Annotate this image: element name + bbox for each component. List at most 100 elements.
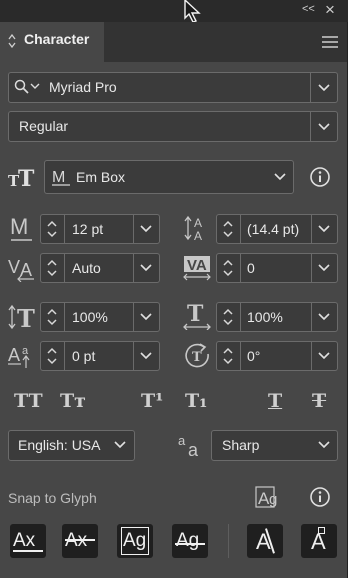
search-icon[interactable] (14, 79, 44, 95)
snap-baseline-glyph: Ax (13, 530, 36, 551)
snap-proximity-guides-button[interactable]: Ag (172, 524, 208, 558)
character-rotation-icon: T (185, 343, 209, 368)
stepper-icon[interactable] (46, 307, 58, 327)
collapse-panel-button[interactable]: << (302, 3, 315, 15)
snap-glyph-bounds-button[interactable]: Ag (117, 524, 153, 558)
subscript-button[interactable]: T₁ (185, 390, 207, 412)
stepper-icon[interactable] (222, 219, 234, 239)
tracking-value: 0 (247, 260, 255, 276)
svg-text:A: A (8, 345, 20, 365)
anchor-point-marker (318, 527, 325, 534)
divider (240, 342, 241, 370)
kerning-icon: V A (8, 257, 34, 282)
divider (311, 342, 312, 370)
divider (240, 303, 241, 331)
info-icon[interactable] (309, 166, 331, 188)
snap-to-glyph-label: Snap to Glyph (8, 490, 97, 506)
divider (64, 254, 65, 282)
info-icon[interactable] (309, 486, 331, 508)
close-panel-button[interactable]: × (325, 0, 335, 20)
divider (228, 524, 229, 558)
updown-arrow-icon (8, 34, 16, 48)
svg-text:a: a (22, 345, 29, 357)
snap-x-height-button[interactable]: Ax (62, 524, 98, 558)
kerning-value: Auto (72, 260, 101, 276)
chevron-down-icon[interactable] (316, 260, 332, 276)
vertical-scale-icon: T (8, 304, 35, 330)
svg-text:a: a (188, 440, 199, 458)
font-size-value: 12 pt (72, 221, 104, 237)
leading-icon: A A (184, 215, 202, 242)
superscript-button[interactable]: T¹ (141, 390, 163, 412)
snap-angular-guides-button[interactable]: A (247, 524, 283, 558)
divider (311, 215, 312, 243)
snap-baseline-button[interactable]: Ax (10, 524, 46, 558)
baseline-shift-icon: A a (8, 345, 30, 368)
svg-text:A: A (194, 216, 202, 230)
x-height-guide (65, 539, 95, 541)
small-caps-button[interactable]: Tт (60, 390, 86, 412)
snap-anchor-point-button[interactable]: A (301, 524, 337, 558)
chevron-down-icon[interactable] (316, 348, 332, 364)
snap-glyph-bounds-glyph: Ag (123, 530, 147, 551)
divider (133, 215, 134, 243)
snap-x-height-glyph: Ax (65, 530, 88, 551)
mouse-cursor-icon (184, 0, 201, 23)
em-box-icon: M (52, 169, 70, 186)
baseline-shift-value: 0 pt (72, 348, 96, 364)
glyph-snap-options-icon[interactable]: A g (255, 485, 283, 511)
svg-text:A: A (20, 260, 32, 280)
chevron-down-icon[interactable] (316, 119, 332, 135)
anti-aliasing-value: Sharp (222, 437, 260, 453)
divider (133, 303, 134, 331)
chevron-down-icon[interactable] (316, 437, 332, 453)
all-caps-button[interactable]: TT (14, 390, 44, 412)
svg-text:M: M (10, 216, 28, 239)
chevron-down-icon[interactable] (138, 260, 154, 276)
chevron-down-icon[interactable] (272, 169, 288, 185)
font-family-value: Myriad Pro (49, 79, 117, 95)
stepper-icon[interactable] (46, 346, 58, 366)
chevron-down-icon[interactable] (316, 80, 332, 96)
divider (133, 342, 134, 370)
divider (64, 215, 65, 243)
font-style-value: Regular (19, 118, 69, 134)
divider (311, 303, 312, 331)
leading-value: (14.4 pt) (247, 221, 300, 237)
chevron-down-icon[interactable] (138, 348, 154, 364)
strikethrough-button[interactable]: T (312, 390, 326, 412)
stepper-icon[interactable] (222, 346, 234, 366)
svg-text:T: T (187, 302, 204, 327)
svg-text:VA: VA (187, 257, 207, 274)
divider (310, 112, 311, 141)
horizontal-scale-value: 100% (247, 309, 283, 325)
anti-aliasing-icon: a a (178, 433, 199, 458)
stepper-icon[interactable] (46, 219, 58, 239)
panel-top-bar (0, 0, 348, 22)
svg-text:g: g (269, 491, 277, 508)
chevron-down-icon[interactable] (138, 221, 154, 237)
panel-menu-icon[interactable] (322, 36, 338, 48)
rotation-value: 0° (247, 348, 261, 364)
underline-button[interactable]: T (268, 390, 282, 412)
stepper-icon[interactable] (222, 307, 234, 327)
chevron-down-icon[interactable] (112, 437, 128, 453)
baseline-guide (13, 550, 43, 552)
svg-text:A: A (194, 229, 202, 242)
stepper-icon[interactable] (222, 258, 234, 278)
chevron-down-icon[interactable] (138, 309, 154, 325)
svg-text:M: M (52, 169, 65, 186)
divider (240, 254, 241, 282)
chevron-down-icon[interactable] (316, 309, 332, 325)
chevron-down-icon[interactable] (316, 221, 332, 237)
stepper-icon[interactable] (46, 258, 58, 278)
divider (133, 254, 134, 282)
horizontal-scale-icon: T (183, 302, 211, 330)
svg-text:V: V (8, 257, 20, 277)
svg-text:T: T (192, 350, 202, 365)
divider (310, 73, 311, 102)
divider (240, 215, 241, 243)
language-value: English: USA (18, 437, 101, 453)
tracking-icon: VA (183, 256, 211, 281)
em-box-value: Em Box (76, 169, 126, 185)
